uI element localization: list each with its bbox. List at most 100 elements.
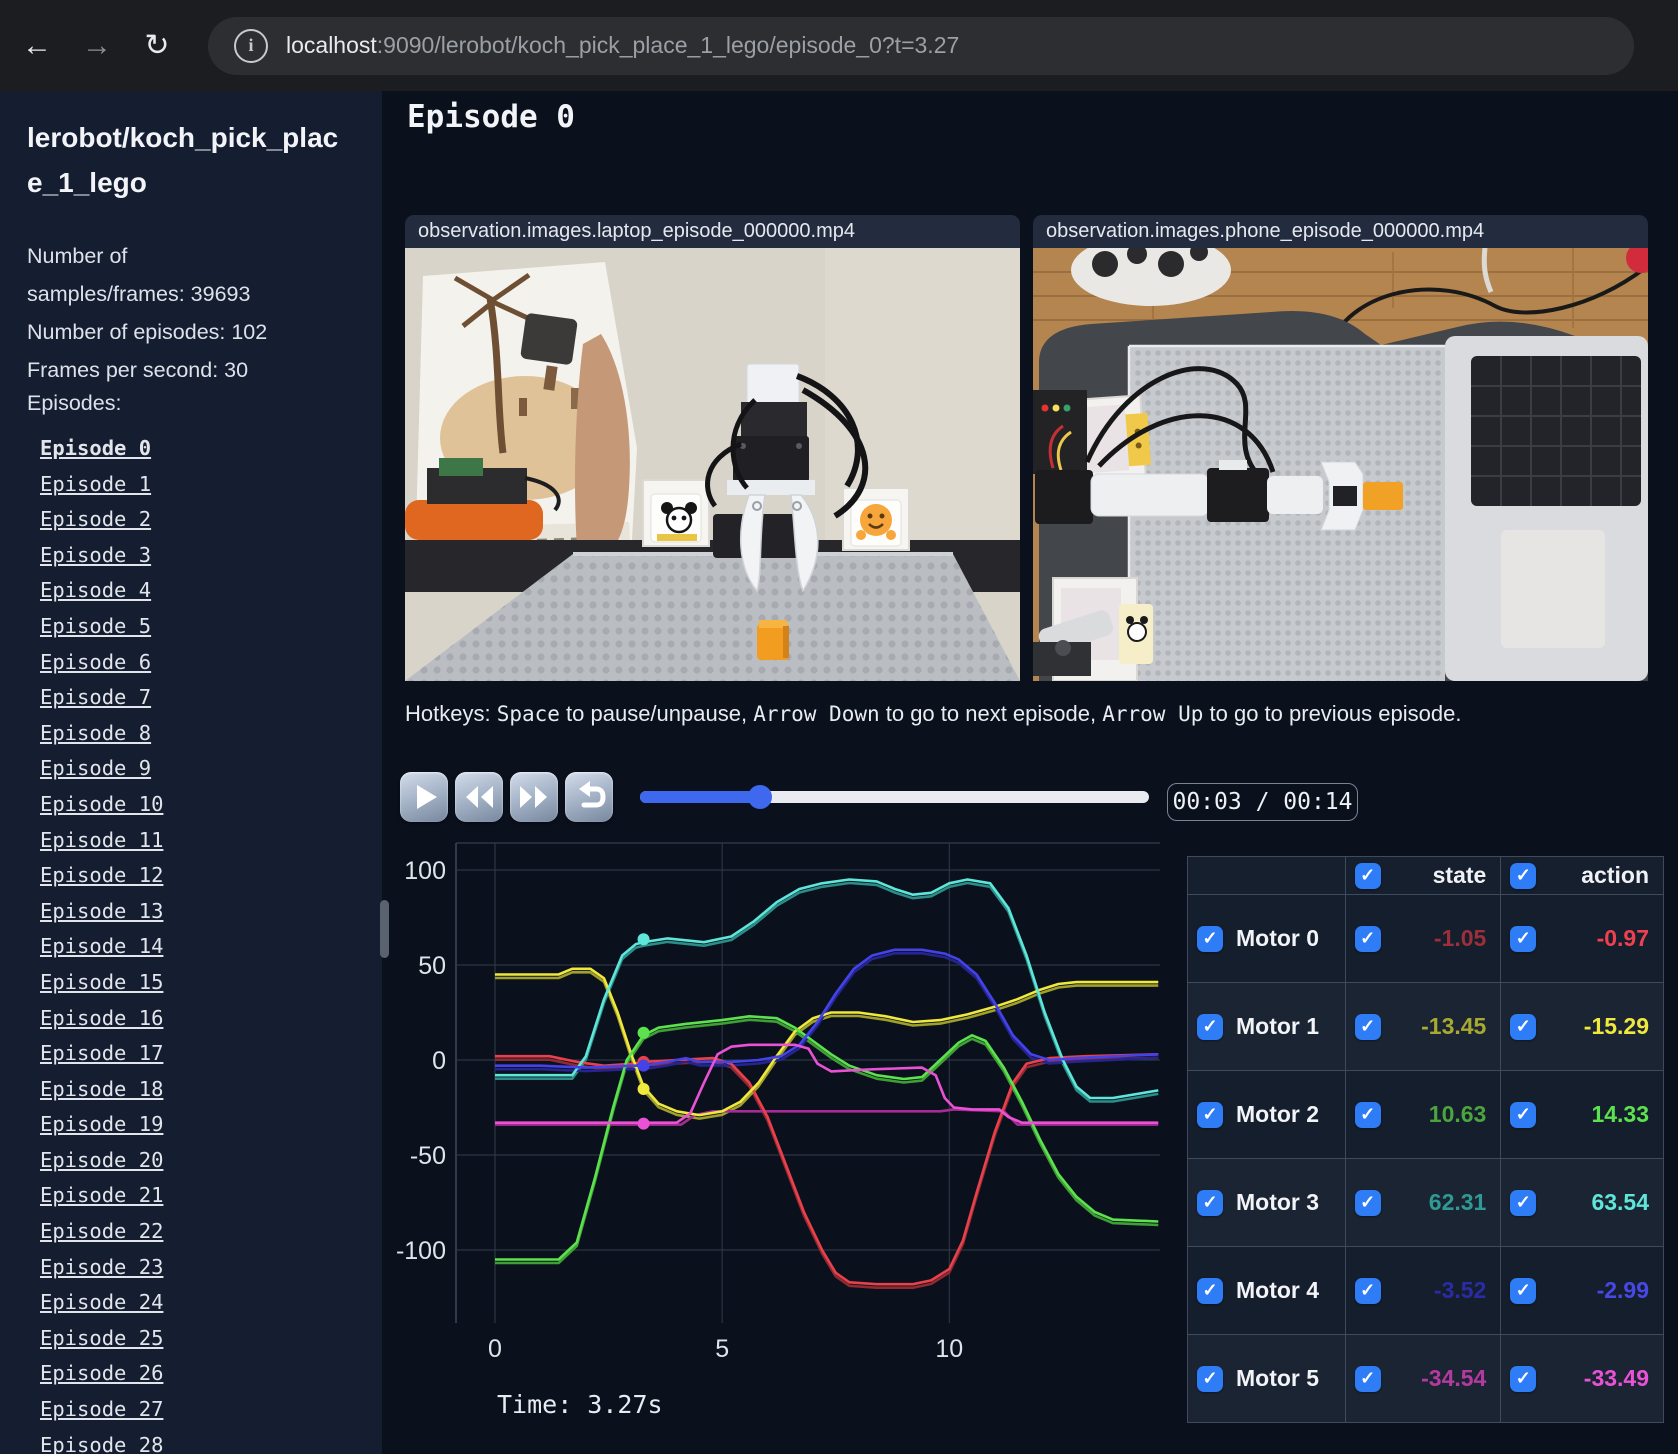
forward-icon[interactable]: → bbox=[74, 23, 120, 69]
sidebar-episode-link[interactable]: Episode 28 bbox=[40, 1429, 370, 1454]
action-value-checkbox[interactable] bbox=[1510, 1013, 1537, 1040]
action-column-header: action bbox=[1500, 856, 1664, 895]
sidebar-episode-link[interactable]: Episode 20 bbox=[40, 1144, 370, 1180]
loop-button[interactable] bbox=[565, 772, 613, 822]
sidebar-episode-link[interactable]: Episode 5 bbox=[40, 610, 370, 646]
site-info-icon[interactable]: i bbox=[234, 28, 268, 63]
laptop bbox=[1445, 336, 1648, 681]
page-title: Episode 0 bbox=[407, 99, 575, 135]
sidebar-episode-link[interactable]: Episode 1 bbox=[40, 468, 370, 504]
url-text: localhost:9090/lerobot/koch_pick_place_1… bbox=[286, 32, 960, 58]
sidebar-episode-link[interactable]: Episode 22 bbox=[40, 1215, 370, 1251]
episode-list: Episode 0 Episode 1 Episode 2 Episode 3 Epis… bbox=[40, 432, 370, 1454]
stat-line: Number of bbox=[27, 244, 128, 268]
motor-state-value: -13.45 bbox=[1421, 1013, 1487, 1039]
state-value-checkbox[interactable] bbox=[1354, 1365, 1381, 1392]
url-bar[interactable]: i localhost:9090/lerobot/koch_pick_place… bbox=[208, 16, 1634, 75]
svg-text:10: 10 bbox=[935, 1335, 963, 1363]
sidebar-episode-link[interactable]: Episode 2 bbox=[40, 503, 370, 539]
motor-label: Motor 1 bbox=[1236, 1013, 1320, 1039]
Motor 1-action-line bbox=[495, 967, 1159, 1117]
state-value-checkbox[interactable] bbox=[1354, 1101, 1381, 1128]
Motor 2-time-marker bbox=[637, 1026, 650, 1039]
action-value-checkbox[interactable] bbox=[1510, 925, 1537, 952]
state-checkbox[interactable] bbox=[1354, 862, 1381, 889]
sidebar-episode-link[interactable]: Episode 25 bbox=[40, 1322, 370, 1358]
sidebar-episode-link[interactable]: Episode 19 bbox=[40, 1108, 370, 1144]
play-button[interactable] bbox=[400, 772, 448, 822]
seek-slider-fill bbox=[640, 791, 761, 803]
sidebar-episode-link[interactable]: Episode 14 bbox=[40, 930, 370, 966]
sidebar-episode-link[interactable]: Episode 4 bbox=[40, 574, 370, 610]
fast-forward-button[interactable] bbox=[510, 772, 558, 822]
rewind-button[interactable] bbox=[455, 772, 503, 822]
action-value-checkbox[interactable] bbox=[1510, 1101, 1537, 1128]
motor-label: Motor 4 bbox=[1236, 1277, 1320, 1303]
hotkey-key: Space bbox=[496, 702, 560, 726]
seek-slider-thumb[interactable] bbox=[748, 785, 773, 809]
rewind-icon bbox=[466, 786, 493, 808]
sidebar-episode-link[interactable]: Episode 12 bbox=[40, 859, 370, 895]
sidebar-episode-link[interactable]: Episode 0 bbox=[40, 432, 370, 468]
chart-time-label: Time: 3.27s bbox=[497, 1390, 663, 1419]
sidebar-episode-link[interactable]: Episode 27 bbox=[40, 1393, 370, 1429]
motor-row: Motor 0 -1.05 -0.97 bbox=[1187, 894, 1664, 983]
hotkeys-help: Hotkeys: Space to pause/unpause, Arrow D… bbox=[405, 701, 1461, 727]
orange-board bbox=[405, 500, 543, 540]
sidebar-episode-link[interactable]: Episode 6 bbox=[40, 646, 370, 682]
action-value-checkbox[interactable] bbox=[1510, 1277, 1537, 1304]
sidebar-episode-link[interactable]: Episode 23 bbox=[40, 1251, 370, 1287]
main-content: Episode 0 observation.images.laptop_epis… bbox=[382, 91, 1678, 1454]
sidebar-episode-link[interactable]: Episode 8 bbox=[40, 717, 370, 753]
keyboard bbox=[1471, 356, 1641, 506]
sidebar: lerobot/koch_pick_place_1_lego Number of… bbox=[0, 91, 382, 1454]
stat-line: Number of episodes: 102 bbox=[27, 320, 268, 344]
motor-checkbox[interactable] bbox=[1197, 1189, 1223, 1216]
motor-state-value: -34.54 bbox=[1421, 1365, 1487, 1391]
video-laptop[interactable] bbox=[405, 248, 1020, 681]
motor-checkbox[interactable] bbox=[1197, 1365, 1223, 1392]
state-value-checkbox[interactable] bbox=[1354, 1277, 1381, 1304]
state-value-checkbox[interactable] bbox=[1354, 1189, 1381, 1216]
motor-checkbox[interactable] bbox=[1197, 925, 1223, 952]
motor-checkbox[interactable] bbox=[1197, 1277, 1223, 1304]
state-value-checkbox[interactable] bbox=[1354, 1013, 1381, 1040]
sidebar-episode-link[interactable]: Episode 24 bbox=[40, 1286, 370, 1322]
sidebar-episode-link[interactable]: Episode 11 bbox=[40, 824, 370, 860]
sidebar-episode-link[interactable]: Episode 18 bbox=[40, 1073, 370, 1109]
hotkey-text: Hotkeys: bbox=[405, 701, 497, 726]
video-phone[interactable] bbox=[1033, 248, 1648, 681]
state-value-checkbox[interactable] bbox=[1354, 925, 1381, 952]
action-value-checkbox[interactable] bbox=[1510, 1365, 1537, 1392]
motor-checkbox[interactable] bbox=[1197, 1013, 1223, 1040]
orange-brick-top bbox=[1363, 482, 1403, 510]
svg-text:5: 5 bbox=[715, 1335, 729, 1363]
chart-series bbox=[495, 878, 1159, 1290]
motor-row: Motor 4 -3.52 -2.99 bbox=[1187, 1246, 1664, 1335]
hotkey-key: Arrow Up bbox=[1102, 702, 1204, 726]
sidebar-episode-link[interactable]: Episode 10 bbox=[40, 788, 370, 824]
sidebar-episode-link[interactable]: Episode 26 bbox=[40, 1357, 370, 1393]
reload-icon[interactable]: ↻ bbox=[134, 23, 180, 69]
motor-chart[interactable]: 100 50 0 -50 -100 0 5 10 Time: 3.27s bbox=[390, 835, 1170, 1420]
sidebar-episode-link[interactable]: Episode 9 bbox=[40, 752, 370, 788]
sidebar-episode-link[interactable]: Episode 15 bbox=[40, 966, 370, 1002]
action-header-label: action bbox=[1581, 862, 1649, 888]
sidebar-episode-link[interactable]: Episode 7 bbox=[40, 681, 370, 717]
sidebar-episode-link[interactable]: Episode 13 bbox=[40, 895, 370, 931]
motor-state-value: 62.31 bbox=[1428, 1189, 1487, 1215]
video-laptop-scene bbox=[405, 248, 1020, 681]
scrollbar-thumb[interactable] bbox=[380, 900, 389, 958]
sidebar-episode-link[interactable]: Episode 3 bbox=[40, 539, 370, 575]
sidebar-episode-link[interactable]: Episode 21 bbox=[40, 1179, 370, 1215]
sidebar-episode-link[interactable]: Episode 17 bbox=[40, 1037, 370, 1073]
action-checkbox[interactable] bbox=[1510, 862, 1537, 889]
orange-lego-brick bbox=[757, 620, 789, 660]
motor-checkbox[interactable] bbox=[1197, 1101, 1223, 1128]
panda-box bbox=[642, 479, 710, 547]
sidebar-episode-link[interactable]: Episode 16 bbox=[40, 1002, 370, 1038]
hotkey-text: to go to previous episode. bbox=[1203, 701, 1462, 726]
action-value-checkbox[interactable] bbox=[1510, 1189, 1537, 1216]
table-corner-cell bbox=[1187, 856, 1346, 895]
back-icon[interactable]: ← bbox=[14, 23, 60, 69]
